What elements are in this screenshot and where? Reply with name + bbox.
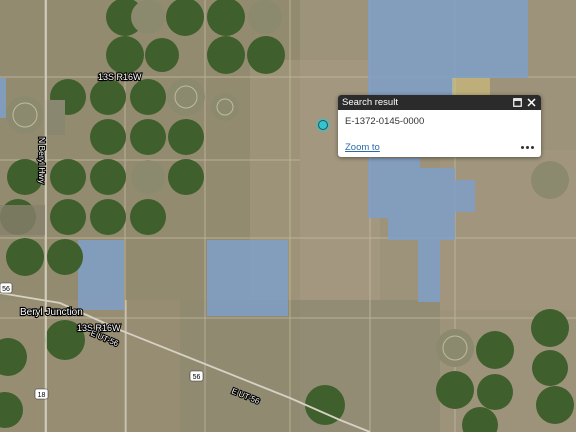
popup-title: Search result [342,97,398,108]
ellipsis-icon[interactable] [521,146,534,149]
route-shield: 56 [189,370,204,382]
place-label-beryl-junction: Beryl Junction [20,307,83,318]
popup-footer: Zoom to [338,142,541,153]
svg-text:18: 18 [38,392,46,399]
svg-text:56: 56 [2,286,10,293]
svg-text:56: 56 [193,374,201,381]
maximize-icon[interactable] [511,97,523,109]
result-marker[interactable] [318,120,328,130]
route-shield: 18 [34,388,49,400]
search-result-popup: Search result E-1372-0145-0000 Zoom to [338,95,541,157]
zoom-to-link[interactable]: Zoom to [345,142,380,153]
close-icon[interactable] [525,97,537,109]
route-shield: 56 [0,282,13,294]
popup-header: Search result [338,95,541,110]
satellite-map[interactable]: 13S R16W 13S R16W N Beryl Hwy E UT-56 E … [0,0,576,432]
popup-body: E-1372-0145-0000 [338,110,541,142]
road-label-beryl-hwy: N Beryl Hwy [37,137,47,185]
result-id: E-1372-0145-0000 [345,116,425,127]
township-label: 13S R16W [98,72,142,82]
